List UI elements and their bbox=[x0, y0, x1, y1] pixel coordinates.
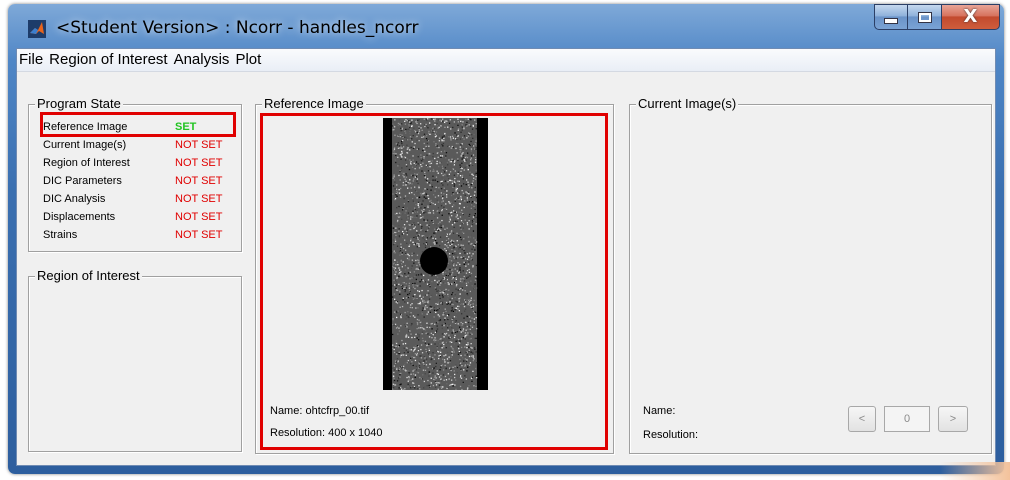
close-button[interactable]: X bbox=[942, 4, 1000, 30]
minimize-button[interactable] bbox=[874, 4, 908, 30]
specimen-hole bbox=[420, 247, 448, 275]
program-state-title: Program State bbox=[35, 96, 123, 112]
menu-bar: File Region of Interest Analysis Plot bbox=[17, 49, 995, 72]
reference-resolution-text: Resolution: 400 x 1040 bbox=[270, 427, 383, 439]
state-label-dic-parameters: DIC Parameters bbox=[43, 175, 122, 187]
previous-image-button[interactable]: < bbox=[848, 406, 876, 432]
caption-buttons: X bbox=[874, 4, 1000, 30]
title-bar[interactable]: <Student Version> : Ncorr - handles_ncor… bbox=[8, 4, 1004, 48]
state-label-dic-analysis: DIC Analysis bbox=[43, 193, 106, 205]
state-value-current-images: NOT SET bbox=[175, 139, 223, 151]
current-name-text: Name: bbox=[643, 405, 676, 417]
reference-panel-title: Reference Image bbox=[262, 96, 366, 112]
menu-region-of-interest[interactable]: Region of Interest bbox=[46, 49, 170, 71]
current-resolution-text: Resolution: bbox=[643, 429, 699, 441]
roi-panel: Region of Interest bbox=[28, 268, 242, 452]
state-label-current-images: Current Image(s) bbox=[43, 139, 127, 151]
current-panel-title: Current Image(s) bbox=[636, 96, 739, 112]
state-label-strains: Strains bbox=[43, 229, 78, 241]
maximize-button[interactable] bbox=[908, 4, 942, 30]
minimize-icon bbox=[884, 18, 898, 24]
state-value-strains: NOT SET bbox=[175, 229, 223, 241]
desktop-background bbox=[940, 462, 1010, 480]
menu-file[interactable]: File bbox=[17, 49, 46, 71]
state-value-displacements: NOT SET bbox=[175, 211, 223, 223]
reference-image bbox=[383, 118, 488, 390]
roi-panel-title: Region of Interest bbox=[35, 268, 142, 284]
close-icon: X bbox=[963, 6, 978, 27]
menu-analysis[interactable]: Analysis bbox=[171, 49, 233, 71]
maximize-icon bbox=[917, 11, 932, 23]
state-label-displacements: Displacements bbox=[43, 211, 116, 223]
state-value-dic-analysis: NOT SET bbox=[175, 193, 223, 205]
next-image-button[interactable]: > bbox=[938, 406, 968, 432]
menu-plot[interactable]: Plot bbox=[232, 49, 264, 71]
matlab-icon bbox=[28, 20, 46, 38]
window-title: <Student Version> : Ncorr - handles_ncor… bbox=[56, 18, 419, 38]
state-value-region-of-interest: NOT SET bbox=[175, 157, 223, 169]
reference-state-highlight bbox=[40, 112, 236, 137]
reference-name-text: Name: ohtcfrp_00.tif bbox=[270, 405, 370, 417]
state-label-region-of-interest: Region of Interest bbox=[43, 157, 130, 169]
image-index-field[interactable]: 0 bbox=[884, 406, 930, 432]
current-images-panel: Current Image(s) bbox=[629, 96, 992, 454]
state-value-dic-parameters: NOT SET bbox=[175, 175, 223, 187]
